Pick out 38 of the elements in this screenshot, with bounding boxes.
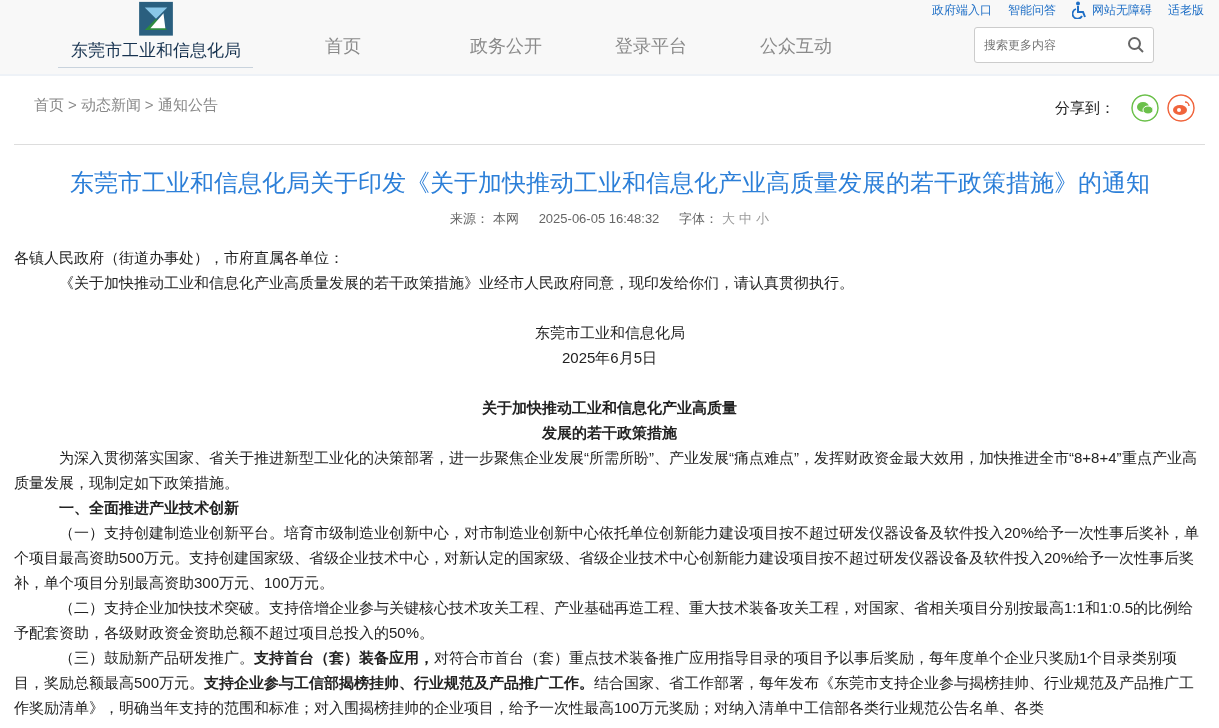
paragraph: 《关于加快推动工业和信息化产业高质量发展的若干政策措施》业经市人民政府同意，现印发给你们，请认真贯彻执行。 bbox=[58, 272, 855, 293]
source-label: 来源： bbox=[449, 210, 489, 228]
top-link[interactable]: 适老版 bbox=[1168, 1, 1204, 19]
logo-text: 东莞市工业和信息化局 bbox=[70, 39, 241, 62]
share-label: 分享到： bbox=[1055, 97, 1115, 118]
paragraph: （三）鼓励新产品研发推广。支持首台（套）装备应用，对符合市首台（套）重点技术装备推广应用指导目录的项目予以事后奖励，每年度单个企业只奖励1个目录类别项目，奖励总额最高500万元。支持企业参与工信部揭榜挂帅、行业规范及产品推广工作。结合国家、省工作部署，每年发布《东莞市支持企业参与揭榜挂帅、行业规范及产品推广工作奖励清单》，明确当年支持的范围和标准；对入围揭榜挂帅的企业项目，给予一次性最高100万元奖励；对纳入清单中工信部各类行业规范公告名单、各类 bbox=[14, 647, 1196, 718]
source-text: 本网 bbox=[492, 210, 519, 228]
logo[interactable]: 东莞市工业和信息化局 bbox=[58, 0, 253, 68]
search-field[interactable]: 搜索更多内容 bbox=[974, 27, 1154, 63]
font-size-label: 字体： bbox=[679, 210, 719, 228]
paragraph: （一）支持创建制造业创新平台。培育市级制造业创新中心，对市制造业创新中心依托单位创新能力建设项目按不超过研发仪器设备及软件投入20%给予一次性事后奖补，单个项目最高资助500万元。支持创建国家级、省级企业技术中心，对新认定的国家级、省级企业技术中心创新能力建设项目按不超过研发仪器设备及软件投入20%给予一次性事后奖补，单个项目分别最高资助300万元、100万元。 bbox=[14, 522, 1201, 593]
wheelchair-icon bbox=[1072, 1, 1088, 19]
breadcrumb-separator: > bbox=[68, 95, 77, 115]
top-link[interactable]: 政府端入口 bbox=[932, 1, 992, 19]
nav-link[interactable]: 首页 bbox=[325, 33, 470, 60]
nav-link[interactable]: 公众互动 bbox=[760, 33, 905, 60]
top-link[interactable]: 网站无障碍 bbox=[1072, 1, 1152, 19]
publish-date: 2025-06-05 16:48:32 bbox=[538, 210, 660, 228]
breadcrumb-separator: > bbox=[144, 95, 154, 115]
section-heading: 一、全面推进产业技术创新 bbox=[58, 497, 240, 518]
font-size-link[interactable]: 小 bbox=[756, 209, 770, 229]
top-link[interactable]: 智能问答 bbox=[1008, 1, 1056, 19]
signature-line: 2025年6月5日 bbox=[560, 347, 659, 368]
nav-link[interactable]: 政务公开 bbox=[470, 33, 615, 60]
paragraph: 各镇人民政府（街道办事处），市府直属各单位： bbox=[14, 247, 345, 268]
breadcrumb-link[interactable]: 动态新闻 bbox=[80, 94, 141, 117]
section-title: 关于加快推动工业和信息化产业高质量 bbox=[481, 397, 738, 418]
breadcrumb-link[interactable]: 通知公告 bbox=[157, 94, 218, 117]
nav-link[interactable]: 登录平台 bbox=[615, 33, 760, 60]
font-size-link[interactable]: 中 bbox=[739, 209, 753, 229]
paragraph: 为深入贯彻落实国家、省关于推进新型工业化的决策部署，进一步聚焦企业发展“所需所盼”、产业发展“痛点难点”，发挥财政资金最大效用，加快推进全市“8+8+4”重点产业高质量发展，现制定如下政策措施。 bbox=[14, 447, 1198, 493]
breadcrumb-link[interactable]: 首页 bbox=[34, 94, 64, 117]
section-title: 发展的若干政策措施 bbox=[541, 422, 678, 443]
font-size-link[interactable]: 大 bbox=[722, 209, 736, 229]
search-icon[interactable] bbox=[1127, 36, 1145, 54]
article-title: 东莞市工业和信息化局关于印发《关于加快推动工业和信息化产业高质量发展的若干政策措施》的通知 bbox=[68, 168, 1151, 198]
paragraph: （二）支持企业加快技术突破。支持倍增企业参与关键核心技术攻关工程、产业基础再造工程、重大技术装备攻关工程，对国家、省相关项目分别按最高1:1和1:0.5的比例给予配套资助，各级财政资金资助总额不超过项目总投入的50%。 bbox=[14, 597, 1195, 643]
signature-line: 东莞市工业和信息化局 bbox=[533, 322, 686, 343]
